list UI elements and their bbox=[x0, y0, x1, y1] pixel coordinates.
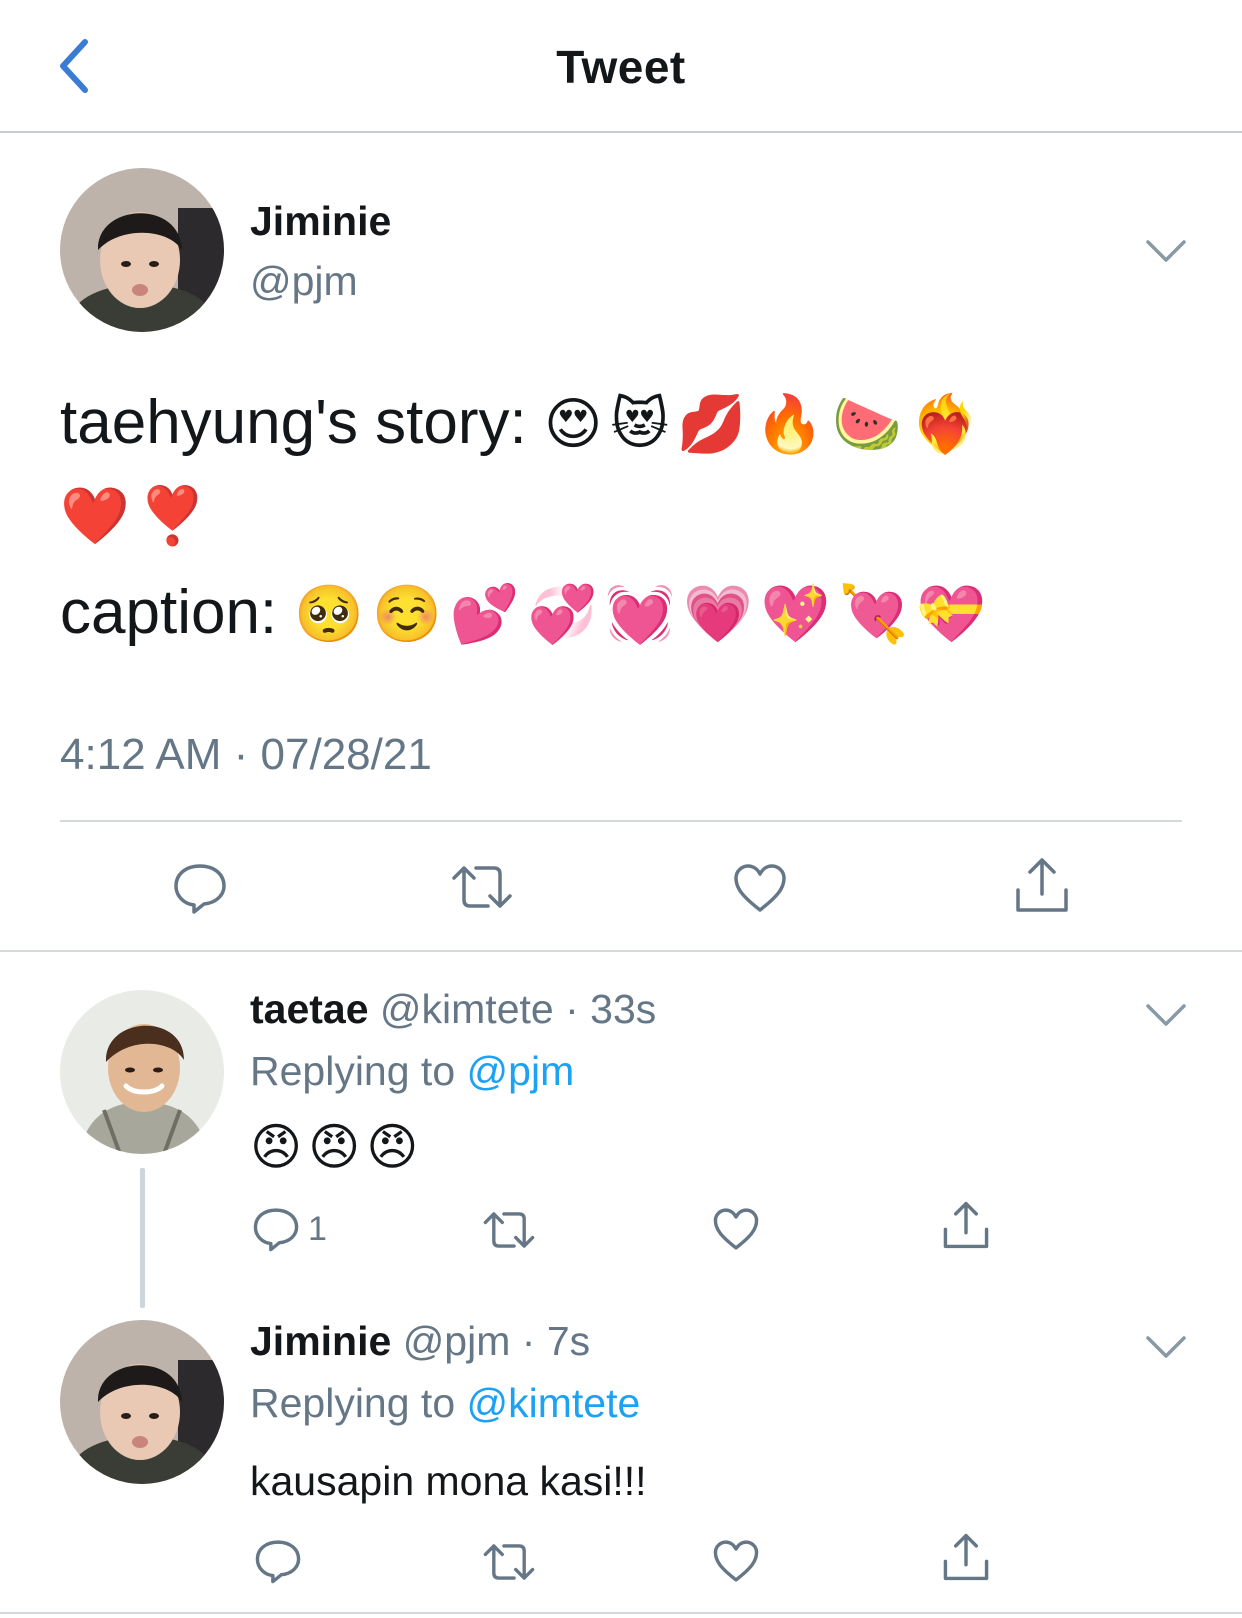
reply-author-name[interactable]: Jiminie bbox=[250, 1318, 391, 1364]
top-nav-bar: Tweet bbox=[0, 0, 1242, 133]
divider bbox=[0, 950, 1242, 952]
caption-emojis: 🥺☺️💕💞💓💗💖💘💝 bbox=[294, 582, 994, 645]
chevron-down-icon bbox=[1146, 1336, 1186, 1358]
share-button[interactable] bbox=[942, 1200, 990, 1250]
author-handle[interactable]: @pjm bbox=[250, 258, 358, 305]
reply-button[interactable] bbox=[254, 1538, 302, 1584]
tweet-timestamp: 4:12 AM · 07/28/21 bbox=[60, 730, 432, 779]
mention-link[interactable]: @kimtete bbox=[467, 1380, 641, 1426]
reply-time: · 7s bbox=[521, 1318, 591, 1364]
thread-connector-line bbox=[140, 1168, 145, 1308]
share-button[interactable] bbox=[942, 1532, 990, 1582]
reply-emojis: 😠😠😠 bbox=[250, 1119, 425, 1175]
retweet-icon bbox=[452, 866, 512, 908]
replying-to-line: Replying to @kimtete bbox=[250, 1380, 640, 1427]
author-name[interactable]: Jiminie bbox=[250, 198, 391, 245]
like-button[interactable] bbox=[712, 1538, 760, 1584]
retweet-button[interactable] bbox=[482, 1208, 536, 1252]
comment-bubble-icon bbox=[253, 1208, 299, 1252]
divider bbox=[0, 1612, 1242, 1614]
reply-time: · 33s bbox=[565, 986, 657, 1032]
comment-bubble-icon bbox=[255, 1540, 301, 1584]
avatar-taetae[interactable] bbox=[60, 990, 224, 1154]
tweet-body-line-3: caption: 🥺☺️💕💞💓💗💖💘💝 bbox=[60, 582, 994, 644]
tweet-body-line-2: ❤️❣️ bbox=[60, 484, 215, 546]
retweet-button[interactable] bbox=[450, 862, 514, 912]
retweet-icon bbox=[483, 1212, 535, 1248]
story-emojis: 😍😻💋🔥🍉❤️‍🔥 bbox=[544, 392, 988, 455]
replying-to-line: Replying to @pjm bbox=[250, 1048, 574, 1095]
caption-label: caption: bbox=[60, 578, 278, 647]
reply-count: 1 bbox=[308, 1209, 327, 1248]
chevron-down-icon bbox=[1146, 1004, 1186, 1026]
like-button[interactable] bbox=[732, 862, 788, 914]
share-upload-icon bbox=[943, 1533, 989, 1581]
reply-author-handle[interactable]: @kimtete bbox=[380, 986, 554, 1032]
more-options-button[interactable] bbox=[1144, 1332, 1188, 1362]
avatar-jiminie[interactable] bbox=[60, 1320, 224, 1484]
reply-header: Jiminie @pjm · 7s bbox=[250, 1318, 590, 1365]
reply-author-handle[interactable]: @pjm bbox=[403, 1318, 511, 1364]
divider bbox=[60, 820, 1182, 822]
heart-icon bbox=[713, 1540, 759, 1582]
reply-text: kausapin mona kasi!!! bbox=[250, 1458, 647, 1504]
comment-bubble-icon bbox=[174, 864, 226, 914]
reply-author-name[interactable]: taetae bbox=[250, 986, 369, 1032]
reply-button[interactable]: 1 bbox=[252, 1206, 327, 1252]
heart-icon bbox=[713, 1208, 759, 1250]
story-emojis-continued: ❤️❣️ bbox=[60, 484, 216, 547]
more-options-button[interactable] bbox=[1144, 1000, 1188, 1030]
replying-to-label: Replying to bbox=[250, 1048, 456, 1094]
retweet-button[interactable] bbox=[482, 1540, 536, 1584]
reply-header: taetae @kimtete · 33s bbox=[250, 986, 656, 1033]
chevron-down-icon bbox=[1146, 240, 1186, 262]
mention-link[interactable]: @pjm bbox=[467, 1048, 575, 1094]
share-upload-icon bbox=[1016, 858, 1068, 912]
tweet-body-line-1: taehyung's story: 😍😻💋🔥🍉❤️‍🔥 bbox=[60, 392, 988, 454]
heart-icon bbox=[734, 864, 786, 912]
share-upload-icon bbox=[943, 1201, 989, 1249]
retweet-icon bbox=[483, 1544, 535, 1580]
more-options-button[interactable] bbox=[1144, 236, 1188, 266]
replying-to-label: Replying to bbox=[250, 1380, 456, 1426]
avatar-jiminie[interactable] bbox=[60, 168, 224, 332]
like-button[interactable] bbox=[712, 1206, 760, 1252]
story-label: taehyung's story: bbox=[60, 388, 527, 457]
reply-button[interactable] bbox=[172, 862, 228, 914]
page-title: Tweet bbox=[556, 41, 686, 93]
share-button[interactable] bbox=[1014, 856, 1070, 914]
